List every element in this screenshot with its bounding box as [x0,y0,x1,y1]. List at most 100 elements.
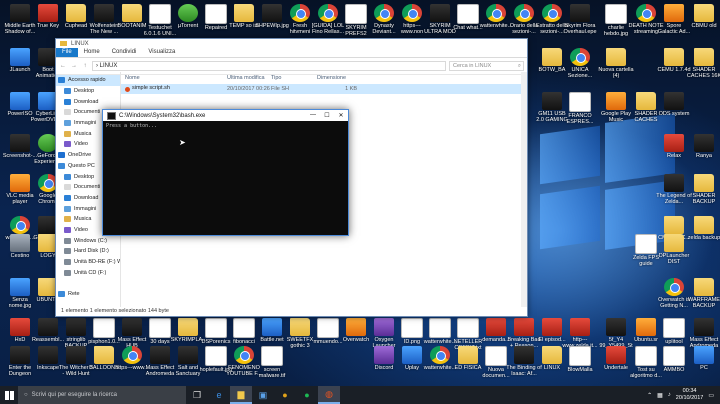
folder-icon [60,41,67,46]
nav-item-icon [64,173,71,180]
nav-item-label: Download [74,98,99,105]
notifications-icon[interactable]: ▭ [708,392,714,399]
network-icon[interactable]: ▦ [657,392,663,399]
search-input[interactable]: Cerca in LINUX ⌕ [449,61,524,71]
address-bar[interactable]: › LINUX [92,61,446,71]
nav-item-label: Immagini [74,205,97,212]
desktop-shortcut[interactable]: UNICA Sezione... [562,46,598,90]
nav-item[interactable]: Windows (C:) [56,235,120,246]
shortcut-icon [374,318,394,336]
tab-condividi[interactable]: Condividi [106,48,143,57]
desktop-shortcut[interactable]: CBMU old [686,2,720,46]
nav-item[interactable]: Unità CD (F:) [56,267,120,278]
shortcut-icon [542,92,562,110]
desktop-shortcut[interactable]: ODS system [656,90,692,134]
desktop-shortcut[interactable]: SHADER CACHES 16K [686,46,720,90]
desktop-shortcut[interactable]: SHADER BACKUP [686,172,720,216]
volume-icon[interactable]: ♪ [668,392,671,398]
column-modified[interactable]: Ultima modifica [227,75,271,81]
tab-file[interactable]: File [56,48,78,57]
edge-button[interactable]: e [208,386,230,404]
file-type: File SH [271,86,290,92]
nav-item[interactable]: Accesso rapido [56,75,120,86]
shortcut-icon [38,4,58,22]
desktop-shortcut[interactable]: screen malware.tif [254,344,290,386]
desktop-shortcut[interactable]: Skyrim Flora Overhaul.epe [562,2,598,46]
shortcut-icon [66,346,86,364]
shortcut-icon [570,318,590,336]
file-modified: 20/10/2017 00:26 [227,86,270,92]
shortcut-icon [457,318,479,338]
start-button[interactable] [0,386,18,404]
shortcut-icon [664,278,684,296]
chrome-button[interactable]: ● [274,386,296,404]
shortcut-icon [694,134,714,152]
column-headers: Nome Ultima modifica Tipo Dimensione [121,72,527,83]
shortcut-icon [457,4,479,24]
clock-date: 20/10/2017 [675,395,704,401]
up-arrow-icon[interactable]: ↑ [81,62,89,70]
console-titlebar[interactable]: C:\Windows\System32\bash.exe — ☐ ✕ [103,110,348,121]
spotify-button[interactable]: ● [296,386,318,404]
desktop-shortcut[interactable]: Ranya [686,132,720,176]
clock[interactable]: 00:34 20/10/2017 [676,388,704,402]
column-size[interactable]: Dimensione [317,75,357,81]
desktop-shortcut[interactable]: Nuova cartella (4) [598,46,634,90]
close-icon[interactable]: ✕ [334,112,348,119]
back-arrow-icon[interactable]: ← [59,62,67,70]
shortcut-icon [605,4,627,24]
nav-item-icon [64,237,71,244]
task-view-button[interactable]: ❐ [186,386,208,404]
chevron-up-icon[interactable]: ⌃ [647,392,652,399]
desktop-shortcut[interactable]: BlowMalla [562,344,598,386]
file-explorer-button[interactable]: ▆ [230,386,252,404]
shortcut-icon [318,4,338,22]
nav-item-label: Documenti [74,184,101,191]
nav-item-label: Unità BD-RE (F:) W [74,259,121,266]
vertical-scrollbar[interactable] [521,72,527,307]
nav-item[interactable]: Rete [56,289,120,300]
shortcut-icon [10,234,30,252]
nav-item-icon [64,194,71,201]
nav-item[interactable]: Download [56,96,120,107]
shortcut-icon [93,318,115,338]
nav-item[interactable]: Desktop [56,86,120,97]
shortcut-label: SHADER BACKUP [692,193,716,205]
shortcut-icon [606,48,626,66]
nav-item-icon [64,120,71,127]
minimize-icon[interactable]: — [306,112,320,119]
tab-visualizza[interactable]: Visualizza [142,48,181,57]
nav-item-icon [58,162,65,169]
shortcut-icon [149,4,171,24]
search-placeholder: Cerca in LINUX [453,63,492,69]
desktop-shortcut[interactable]: PC [686,344,720,386]
tab-home[interactable]: Home [78,48,106,57]
shortcut-icon [430,346,450,364]
shortcut-icon [178,318,198,336]
shortcut-label: SHADER CACHES 16K [686,67,720,79]
file-row[interactable]: simple script.sh 20/10/2017 00:26 File S… [121,84,527,94]
shortcut-icon [234,346,254,364]
desktop-shortcut[interactable]: WARFRAME BACKUP [686,276,720,320]
column-type[interactable]: Tipo [271,75,317,81]
console-output: Press a button... [106,123,158,129]
shortcut-icon [205,318,227,338]
desktop-shortcut[interactable]: DPLauncher DIST [656,232,692,276]
shortcut-icon [10,318,30,336]
taskbar-search[interactable]: ○ Scrivi qui per eseguire la ricerca [18,386,186,404]
column-name[interactable]: Nome [121,75,227,81]
desktop-shortcut[interactable]: FRANCO ESPRES... [562,90,598,134]
bash-console-window[interactable]: C:\Windows\System32\bash.exe — ☐ ✕ Press… [102,109,349,236]
file-name: simple script.sh [132,85,170,91]
shortcut-icon [486,318,506,336]
shortcut-icon [430,4,450,22]
forward-arrow-icon[interactable]: → [70,62,78,70]
explorer-titlebar[interactable]: LINUX [56,39,527,48]
nav-item-label: Windows (C:) [74,237,108,244]
nav-item[interactable]: Unità BD-RE (F:) W [56,257,120,268]
shortcut-icon [178,4,198,22]
nav-item[interactable]: Hard Disk (D:) [56,246,120,257]
ubuntu-button[interactable]: ◍ [318,386,340,404]
store-button[interactable]: ▣ [252,386,274,404]
maximize-icon[interactable]: ☐ [320,112,334,119]
